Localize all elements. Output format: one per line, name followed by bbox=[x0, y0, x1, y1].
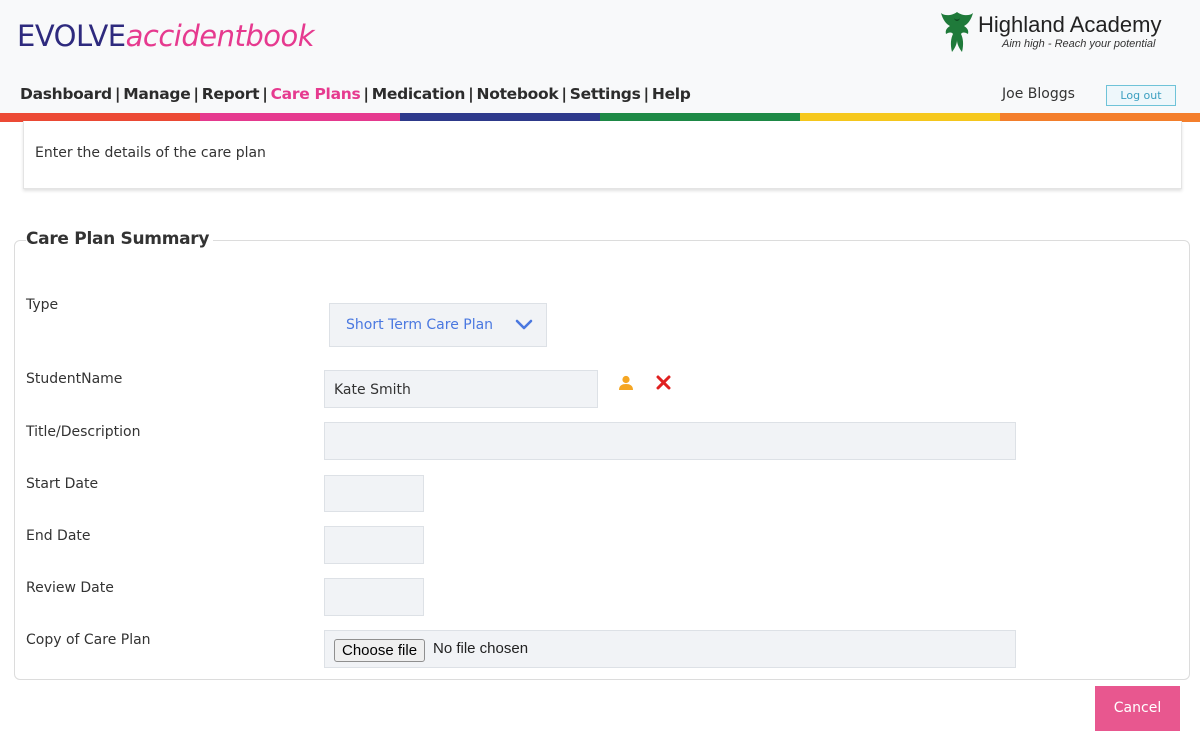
nav-item-notebook[interactable]: Notebook bbox=[477, 85, 559, 103]
nav-item-manage[interactable]: Manage bbox=[123, 85, 190, 103]
care-plan-summary-legend: Care Plan Summary bbox=[26, 229, 214, 249]
app-header: EVOLVEaccidentbook Highland Academy Aim … bbox=[0, 0, 1200, 75]
nav-item-medication[interactable]: Medication bbox=[372, 85, 466, 103]
title-description-field[interactable] bbox=[324, 422, 1016, 460]
review-date-label: Review Date bbox=[26, 580, 114, 596]
nav-item-help[interactable]: Help bbox=[652, 85, 691, 103]
care-plan-file-input[interactable]: Choose file No file chosen bbox=[324, 630, 1016, 668]
cancel-button[interactable]: Cancel bbox=[1095, 686, 1180, 731]
nav-menu: Dashboard | Manage | Report | Care Plans | Medic… bbox=[20, 85, 691, 103]
student-name-label: StudentName bbox=[26, 371, 123, 387]
type-label: Type bbox=[26, 297, 59, 313]
type-select[interactable]: Short Term Care Plan bbox=[329, 303, 547, 347]
type-select-value: Short Term Care Plan bbox=[346, 317, 494, 333]
logout-button[interactable]: Log out bbox=[1106, 85, 1176, 106]
nav-item-report[interactable]: Report bbox=[202, 85, 260, 103]
eagle-crest-icon bbox=[941, 12, 973, 52]
nav-item-dashboard[interactable]: Dashboard bbox=[20, 85, 112, 103]
student-name-field[interactable]: Kate Smith bbox=[324, 370, 598, 408]
person-icon[interactable] bbox=[618, 375, 634, 391]
current-user-name: Joe Bloggs bbox=[1002, 86, 1075, 102]
file-status-text: No file chosen bbox=[433, 640, 529, 657]
nav-separator: | bbox=[643, 85, 650, 103]
end-date-field[interactable] bbox=[324, 526, 424, 564]
title-description-label: Title/Description bbox=[26, 424, 141, 440]
start-date-label: Start Date bbox=[26, 476, 99, 492]
intro-text: Enter the details of the care plan bbox=[35, 145, 266, 161]
brand-part-accidentbook: accidentbook bbox=[125, 19, 315, 53]
nav-separator: | bbox=[363, 85, 369, 103]
start-date-field[interactable] bbox=[324, 475, 424, 512]
care-plan-summary-fieldset bbox=[14, 240, 1190, 680]
main-navbar: Dashboard | Manage | Report | Care Plans | Medic… bbox=[0, 75, 1200, 113]
brand-part-evolve: EVOLVE bbox=[17, 19, 126, 53]
brand-logo[interactable]: EVOLVEaccidentbook bbox=[17, 18, 315, 54]
copy-of-care-plan-label: Copy of Care Plan bbox=[26, 632, 151, 648]
nav-item-settings[interactable]: Settings bbox=[570, 85, 641, 103]
review-date-field[interactable] bbox=[324, 578, 424, 616]
end-date-label: End Date bbox=[26, 528, 91, 544]
nav-separator: | bbox=[262, 85, 268, 103]
intro-panel: Enter the details of the care plan bbox=[23, 121, 1182, 189]
chevron-down-icon bbox=[515, 319, 533, 330]
nav-separator: | bbox=[468, 85, 474, 103]
nav-separator: | bbox=[561, 85, 567, 103]
nav-item-care-plans[interactable]: Care Plans bbox=[271, 85, 361, 103]
school-motto: Aim high - Reach your potential bbox=[1002, 38, 1156, 50]
close-icon[interactable] bbox=[656, 375, 671, 390]
nav-separator: | bbox=[114, 85, 121, 103]
choose-file-button[interactable]: Choose file bbox=[334, 639, 426, 662]
school-name: Highland Academy bbox=[978, 12, 1162, 37]
nav-separator: | bbox=[193, 85, 199, 103]
school-branding: Highland Academy Aim high - Reach your p… bbox=[940, 8, 1190, 60]
